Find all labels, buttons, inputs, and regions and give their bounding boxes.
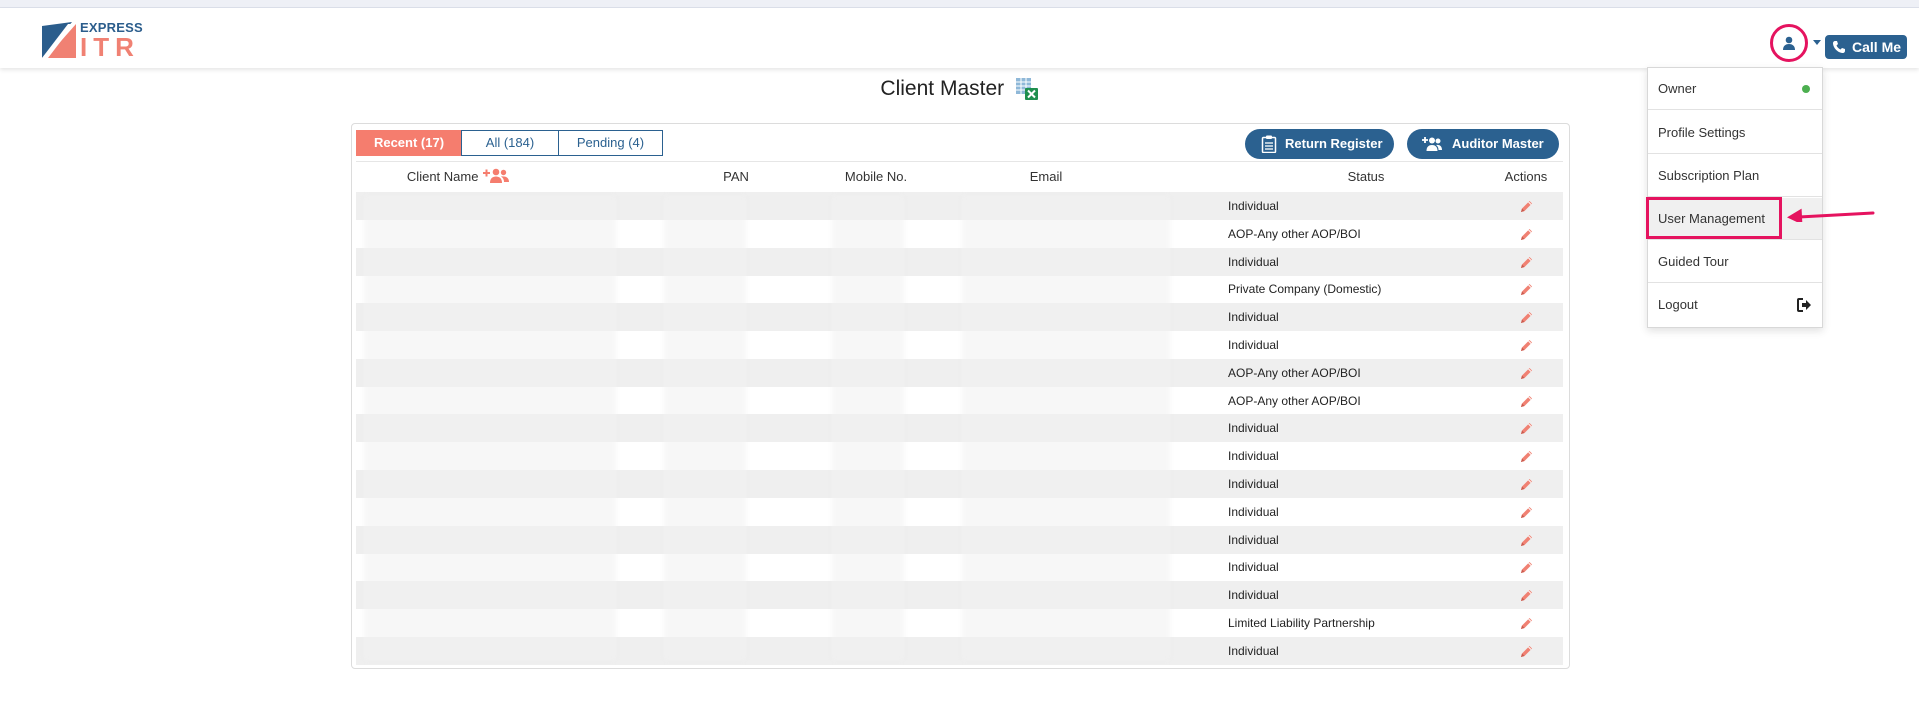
clipboard-icon [1261, 135, 1277, 153]
client-status: AOP-Any other AOP/BOI [1228, 226, 1361, 241]
edit-pencil-icon[interactable] [1519, 255, 1534, 270]
auditor-master-button[interactable]: Auditor Master [1407, 129, 1559, 159]
client-status: Individual [1228, 254, 1279, 269]
edit-pencil-icon[interactable] [1519, 588, 1534, 603]
client-status: Individual [1228, 338, 1279, 352]
blurred-email-column [962, 196, 1170, 660]
logo-mark-icon [42, 22, 76, 58]
client-status: Individual [1228, 560, 1279, 575]
menu-item-label: Profile Settings [1658, 125, 1746, 140]
column-header-status[interactable]: Status [1316, 162, 1416, 192]
column-header-email[interactable]: Email [996, 162, 1096, 192]
column-header-mobile[interactable]: Mobile No. [826, 162, 926, 192]
excel-export-icon[interactable] [1015, 77, 1039, 101]
menu-item-label: Subscription Plan [1658, 168, 1760, 183]
edit-pencil-icon[interactable] [1519, 533, 1534, 548]
top-strip [0, 0, 1919, 8]
logo-text-itr: ITR [80, 32, 140, 62]
client-status: Individual [1228, 532, 1279, 547]
tab-pending[interactable]: Pending (4) [558, 130, 663, 156]
logout-icon [1797, 298, 1811, 312]
user-icon [1783, 36, 1795, 50]
edit-pencil-icon[interactable] [1519, 505, 1534, 520]
client-status: AOP-Any other AOP/BOI [1228, 365, 1361, 380]
edit-pencil-icon[interactable] [1519, 644, 1534, 659]
add-client-icon[interactable] [482, 167, 510, 184]
edit-pencil-icon[interactable] [1519, 282, 1534, 297]
edit-pencil-icon[interactable] [1519, 199, 1534, 214]
client-status: Individual [1228, 588, 1279, 603]
menu-item-label: Logout [1658, 297, 1698, 312]
client-status: Private Company (Domestic) [1228, 282, 1382, 297]
menu-item-profile-settings[interactable]: Profile Settings [1648, 112, 1822, 154]
page-title: Client Master [880, 77, 1005, 100]
blurred-client-names [364, 196, 616, 660]
column-header-label: Client Name [406, 169, 479, 184]
edit-pencil-icon[interactable] [1519, 616, 1534, 631]
online-status-icon [1802, 85, 1810, 93]
client-status: AOP-Any other AOP/BOI [1228, 393, 1361, 408]
client-status: Individual [1228, 310, 1279, 325]
edit-pencil-icon[interactable] [1519, 449, 1534, 464]
edit-pencil-icon[interactable] [1519, 366, 1534, 381]
column-header-client-name[interactable]: Client Name [396, 162, 521, 192]
chevron-down-icon[interactable] [1813, 40, 1821, 45]
edit-pencil-icon[interactable] [1519, 310, 1534, 325]
client-status: Limited Liability Partnership [1228, 616, 1375, 630]
call-me-label: Call Me [1852, 39, 1902, 55]
menu-item-owner[interactable]: Owner [1648, 68, 1822, 110]
add-users-icon [1422, 137, 1442, 151]
auditor-master-label: Auditor Master [1452, 136, 1544, 151]
edit-pencil-icon[interactable] [1519, 227, 1534, 242]
express-itr-logo[interactable]: EXPRESS ITR [42, 20, 152, 62]
return-register-label: Return Register [1285, 136, 1383, 151]
blurred-mobile-column [832, 196, 904, 660]
client-status: Individual [1228, 449, 1279, 464]
menu-item-label: Guided Tour [1658, 254, 1729, 269]
client-status: Individual [1228, 477, 1279, 491]
user-account-button[interactable] [1770, 24, 1808, 62]
column-header-pan[interactable]: PAN [696, 162, 776, 192]
tab-all[interactable]: All (184) [461, 130, 559, 156]
tab-recent[interactable]: Recent (17) [356, 130, 462, 156]
menu-item-logout[interactable]: Logout [1648, 284, 1822, 326]
column-header-actions: Actions [1504, 169, 1548, 184]
page-title-row: Client Master [0, 77, 1919, 101]
edit-pencil-icon[interactable] [1519, 421, 1534, 436]
blurred-pan-column [664, 196, 746, 660]
client-status: Individual [1228, 643, 1279, 658]
user-management-highlight [1646, 197, 1782, 239]
menu-item-label: Owner [1658, 81, 1697, 96]
call-me-button[interactable]: Call Me [1825, 35, 1907, 59]
edit-pencil-icon[interactable] [1519, 477, 1534, 492]
edit-pencil-icon[interactable] [1519, 560, 1534, 575]
menu-item-guided-tour[interactable]: Guided Tour [1648, 241, 1822, 283]
edit-pencil-icon[interactable] [1519, 338, 1534, 353]
return-register-button[interactable]: Return Register [1245, 129, 1394, 159]
app-header: EXPRESS ITR Call Me [0, 8, 1919, 68]
phone-icon [1833, 41, 1845, 53]
pointer-arrow-icon [1787, 208, 1875, 222]
menu-item-subscription-plan[interactable]: Subscription Plan [1648, 155, 1822, 197]
client-status: Individual [1228, 421, 1279, 436]
edit-pencil-icon[interactable] [1519, 394, 1534, 409]
client-status: Individual [1228, 504, 1279, 519]
table-header: Client Name PAN Mobile No. Email Status … [356, 161, 1563, 193]
client-status: Individual [1228, 199, 1279, 213]
